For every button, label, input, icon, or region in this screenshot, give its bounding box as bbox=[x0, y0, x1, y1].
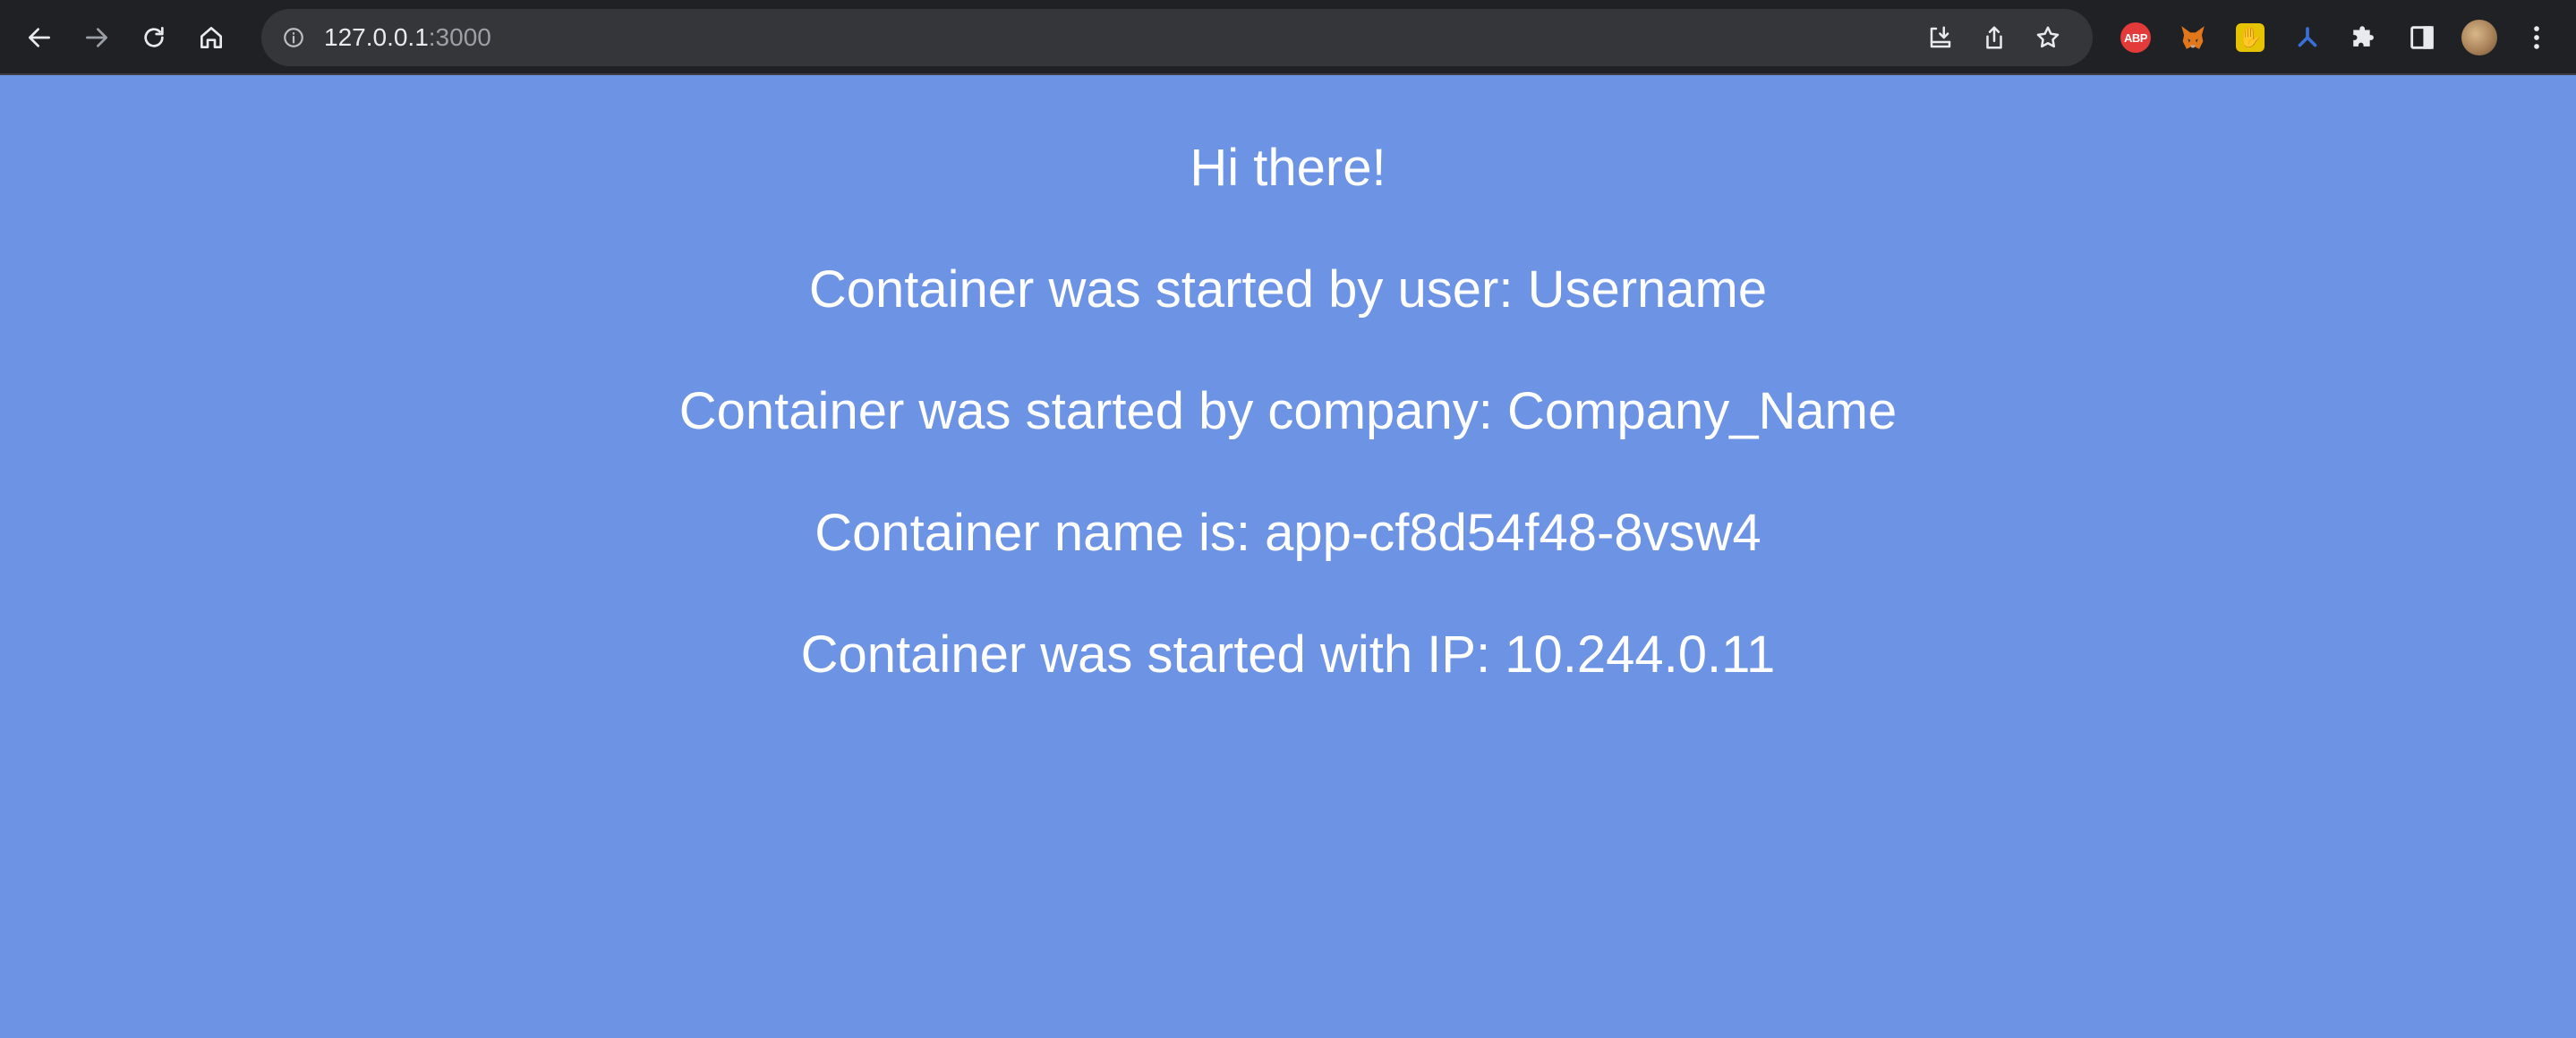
url-port: :3000 bbox=[428, 23, 491, 51]
extensions-menu-button[interactable] bbox=[2336, 9, 2393, 66]
forward-button[interactable] bbox=[68, 9, 125, 66]
share-button[interactable] bbox=[1967, 11, 2021, 64]
share-icon bbox=[1986, 26, 2002, 49]
started-by-user-text: Container was started by user: Username bbox=[808, 260, 1768, 319]
address-bar[interactable]: 127.0.0.1:3000 bbox=[261, 9, 2093, 66]
url-host: 127.0.0.1 bbox=[324, 23, 429, 51]
forward-icon bbox=[86, 28, 107, 47]
hand-icon: ✋ bbox=[2236, 23, 2265, 52]
ext-blue-icon bbox=[2298, 27, 2317, 47]
profile-avatar bbox=[2461, 20, 2497, 55]
info-icon bbox=[284, 28, 303, 47]
page-content: Hi there! Container was started by user:… bbox=[0, 75, 2576, 1038]
greeting-text: Hi there! bbox=[1190, 139, 1386, 197]
side-panel-button[interactable] bbox=[2393, 9, 2451, 66]
chrome-menu-button[interactable] bbox=[2508, 9, 2565, 66]
home-icon bbox=[200, 27, 222, 48]
home-button[interactable] bbox=[183, 9, 240, 66]
blue-extension[interactable] bbox=[2279, 9, 2336, 66]
hand-extension[interactable]: ✋ bbox=[2222, 9, 2279, 66]
profile-button[interactable] bbox=[2451, 9, 2508, 66]
container-ip-text: Container was started with IP: 10.244.0.… bbox=[800, 625, 1776, 684]
bookmark-star-icon bbox=[2036, 26, 2060, 48]
reload-button[interactable] bbox=[125, 9, 183, 66]
metamask-extension[interactable] bbox=[2164, 9, 2222, 66]
started-by-company-text: Container was started by company: Compan… bbox=[678, 382, 1898, 440]
back-icon bbox=[29, 28, 50, 47]
install-app-button[interactable] bbox=[1914, 11, 1967, 64]
extensions-area: ABP ✋ bbox=[2107, 9, 2565, 66]
abp-icon: ABP bbox=[2120, 22, 2151, 53]
site-info-button[interactable] bbox=[279, 23, 308, 52]
metamask-fox-icon bbox=[2181, 26, 2205, 49]
install-icon bbox=[1930, 26, 1951, 48]
menu-dots-icon bbox=[2534, 26, 2539, 49]
puzzle-icon bbox=[2353, 26, 2374, 47]
browser-toolbar: 127.0.0.1:3000 ABP ✋ bbox=[0, 0, 2576, 75]
bookmark-button[interactable] bbox=[2021, 11, 2075, 64]
adblock-plus-extension[interactable]: ABP bbox=[2107, 9, 2164, 66]
url-text: 127.0.0.1:3000 bbox=[324, 23, 491, 52]
container-name-text: Container name is: app-cf8d54f48-8vsw4 bbox=[815, 504, 1761, 562]
back-button[interactable] bbox=[11, 9, 68, 66]
reload-icon bbox=[144, 27, 164, 47]
side-panel-icon bbox=[2410, 26, 2434, 49]
